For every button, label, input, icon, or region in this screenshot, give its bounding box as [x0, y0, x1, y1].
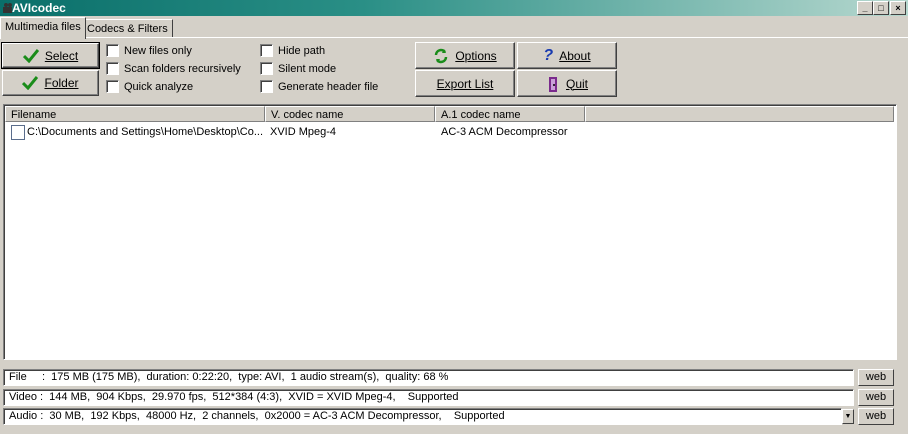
tab-multimedia-files[interactable]: Multimedia files: [0, 17, 86, 39]
window-title: AVIcodec: [12, 1, 66, 15]
export-list-button[interactable]: Export List: [415, 70, 515, 97]
file-info-field: File : 175 MB (175 MB), duration: 0:22:2…: [3, 369, 854, 386]
options-button-label: Options: [455, 48, 497, 63]
tab-panel-border: [0, 37, 908, 38]
checkbox-box[interactable]: [106, 44, 119, 57]
cell-acodec: AC-3 ACM Decompressor: [441, 126, 568, 138]
quit-button[interactable]: Quit: [517, 70, 617, 97]
checkbox-label: New files only: [124, 44, 192, 57]
tab-strip: Multimedia files Codecs & Filters: [0, 17, 908, 39]
column-header-empty: [585, 106, 894, 122]
refresh-icon: [435, 48, 448, 63]
video-info-field: Video : 144 MB, 904 Kbps, 29.970 fps, 51…: [3, 389, 854, 406]
table-row[interactable]: C:\Documents and Settings\Home\Desktop\C…: [9, 124, 889, 140]
title-bar: AVIcodec _ □ ×: [0, 0, 908, 16]
checkmark-icon: [22, 76, 39, 90]
audio-web-button[interactable]: web: [858, 408, 894, 425]
checkmark-icon: [22, 48, 39, 63]
audio-dropdown-button[interactable]: ▼: [842, 409, 854, 424]
question-icon: ?: [543, 46, 554, 64]
close-button[interactable]: ×: [890, 1, 906, 15]
audio-info-field[interactable]: Audio : 30 MB, 192 Kbps, 48000 Hz, 2 cha…: [3, 408, 842, 425]
checkbox-box[interactable]: [260, 62, 273, 75]
checkbox-label: Quick analyze: [124, 80, 194, 93]
checkbox-label: Generate header file: [278, 80, 379, 93]
cell-vcodec: XVID Mpeg-4: [270, 126, 337, 138]
select-button[interactable]: Select: [1, 42, 100, 69]
video-file-icon: [11, 125, 25, 140]
tab-codecs-filters[interactable]: Codecs & Filters: [82, 19, 173, 38]
checkbox-silent-mode[interactable]: Silent mode: [260, 62, 336, 75]
checkbox-scan-folders[interactable]: Scan folders recursively: [106, 62, 241, 75]
checkbox-box[interactable]: [106, 62, 119, 75]
exit-door-icon: [548, 76, 557, 92]
column-header-vcodec[interactable]: V. codec name: [265, 106, 435, 122]
quit-button-label: Quit: [565, 76, 588, 91]
file-list[interactable]: Filename V. codec name A.1 codec name C:…: [3, 104, 897, 360]
minimize-button[interactable]: _: [857, 1, 873, 15]
cell-filename: C:\Documents and Settings\Home\Desktop\C…: [27, 126, 263, 138]
folder-button-label: Folder: [44, 76, 79, 90]
about-button-label: About: [559, 48, 591, 63]
checkbox-box[interactable]: [260, 44, 273, 57]
export-list-button-label: Export List: [436, 76, 494, 91]
folder-button[interactable]: Folder: [2, 70, 99, 96]
checkbox-hide-path[interactable]: Hide path: [260, 44, 325, 57]
checkbox-generate-header[interactable]: Generate header file: [260, 80, 378, 93]
maximize-button[interactable]: □: [873, 1, 889, 15]
checkbox-new-files-only[interactable]: New files only: [106, 44, 192, 57]
select-button-label: Select: [44, 48, 79, 63]
checkbox-label: Scan folders recursively: [124, 62, 241, 75]
checkbox-quick-analyze[interactable]: Quick analyze: [106, 80, 193, 93]
checkbox-box[interactable]: [106, 80, 119, 93]
column-header-acodec[interactable]: A.1 codec name: [435, 106, 585, 122]
video-web-button[interactable]: web: [858, 389, 894, 406]
checkbox-label: Silent mode: [278, 62, 337, 75]
options-button[interactable]: Options: [415, 42, 515, 69]
file-web-button[interactable]: web: [858, 369, 894, 386]
checkbox-box[interactable]: [260, 80, 273, 93]
checkbox-label: Hide path: [278, 44, 326, 57]
column-header-filename[interactable]: Filename: [5, 106, 265, 122]
about-button[interactable]: ? About: [517, 42, 617, 69]
